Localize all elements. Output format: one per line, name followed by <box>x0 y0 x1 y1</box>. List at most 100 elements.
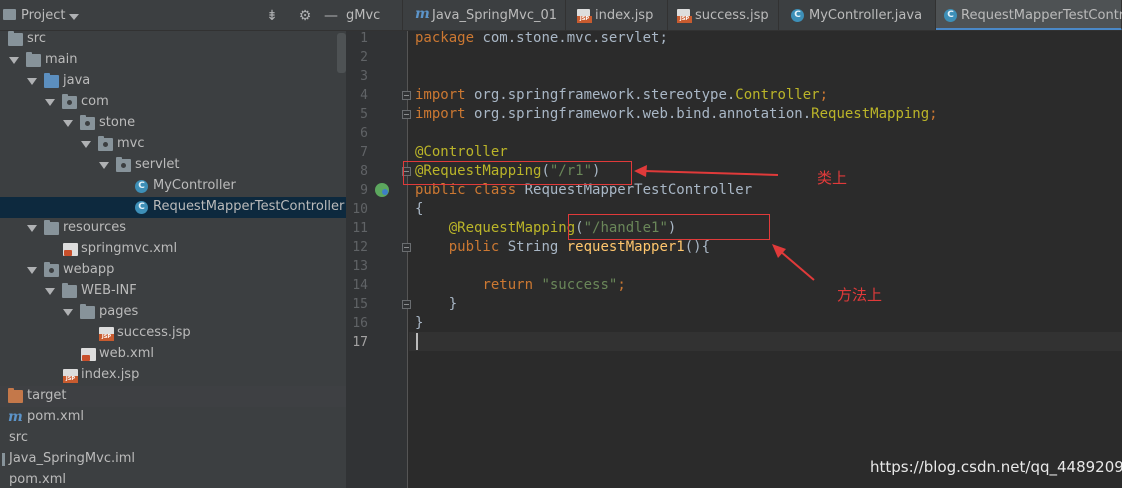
code-line[interactable]: import org.springframework.web.bind.anno… <box>415 106 938 122</box>
tab-index-jsp[interactable]: index.jsp <box>566 0 668 30</box>
tree-item-label: java <box>63 73 91 88</box>
fold-icon[interactable] <box>402 243 411 252</box>
tree-item[interactable]: m pom.xml <box>0 407 346 428</box>
line-number: 12 <box>352 240 368 255</box>
fold-icon[interactable] <box>402 91 411 100</box>
tree-item[interactable]: src <box>0 428 346 449</box>
code-line[interactable]: @Controller <box>415 144 508 160</box>
tree-item[interactable]: pom.xml <box>0 470 346 488</box>
code-line[interactable]: return "success"; <box>415 277 625 293</box>
tree-item[interactable]: main <box>0 50 346 71</box>
tree-item[interactable]: WEB-INF <box>0 281 346 302</box>
chevron-down-icon[interactable] <box>63 309 73 316</box>
maven-icon: m <box>8 409 23 425</box>
folder-icon <box>8 31 23 46</box>
tree-item[interactable]: success.jsp <box>0 323 346 344</box>
spring-bean-icon[interactable] <box>375 183 389 197</box>
keyword: return <box>482 277 534 293</box>
tree-item[interactable]: target <box>0 386 346 407</box>
tree-item-label: springmvc.xml <box>81 241 178 256</box>
java-class-icon: C <box>135 201 148 214</box>
tree-item[interactable]: Java_SpringMvc.iml <box>0 449 346 470</box>
keyword: import <box>415 87 466 103</box>
jsp-file-icon <box>677 9 692 23</box>
tab-success-jsp[interactable]: success.jsp <box>668 0 779 30</box>
module-file-icon <box>2 453 5 466</box>
jsp-file-icon <box>577 9 592 23</box>
line-number: 16 <box>352 316 368 331</box>
tree-item-label: mvc <box>117 136 145 151</box>
code-text: { <box>415 201 424 217</box>
editor-gutter[interactable]: 1 2 3 4 5 6 7 8 9 10 11 12 13 14 15 16 1… <box>346 31 408 488</box>
project-panel: Project ⇟ ⚙ — src main java com stone mv… <box>0 0 346 488</box>
annotation: @Controller <box>415 144 508 160</box>
hide-panel-icon[interactable]: — <box>322 7 340 25</box>
tree-item[interactable]: java <box>0 71 346 92</box>
tree-item-label: target <box>27 388 67 403</box>
string-literal: "success" <box>533 277 618 293</box>
tab-springmvc[interactable]: gMvc <box>346 0 403 30</box>
tree-item-label: pom.xml <box>9 472 66 487</box>
tree-item[interactable]: web.xml <box>0 344 346 365</box>
chevron-down-icon[interactable] <box>27 78 37 85</box>
tree-item[interactable]: stone <box>0 113 346 134</box>
xml-file-icon <box>63 243 78 256</box>
chevron-down-icon[interactable] <box>27 225 37 232</box>
tree-item-label: web.xml <box>99 346 154 361</box>
tab-requestmappertestcontroller[interactable]: C RequestMapperTestContro <box>936 0 1122 30</box>
tab-mycontroller-java[interactable]: C MyController.java <box>779 0 936 30</box>
code-line[interactable]: } <box>415 296 457 312</box>
code-line[interactable]: import org.springframework.stereotype.Co… <box>415 87 828 103</box>
code-editor[interactable]: gMvc m Java_SpringMvc_01 index.jsp succe… <box>346 0 1122 488</box>
source-folder-icon <box>44 73 59 88</box>
code-line[interactable]: public String requestMapper1(){ <box>415 239 710 255</box>
chevron-down-icon[interactable] <box>99 162 109 169</box>
tree-item-label: stone <box>99 115 136 130</box>
chevron-down-icon[interactable] <box>45 288 55 295</box>
keyword: import <box>415 106 466 122</box>
gear-icon[interactable]: ⚙ <box>296 7 314 25</box>
tree-item[interactable]: mvc <box>0 134 346 155</box>
chevron-down-icon[interactable] <box>45 99 55 106</box>
line-number: 2 <box>360 50 368 65</box>
excluded-folder-icon <box>8 388 23 403</box>
fold-icon[interactable] <box>402 300 411 309</box>
line-number: 5 <box>360 107 368 122</box>
chevron-down-icon[interactable] <box>63 120 73 127</box>
tree-item[interactable]: src <box>0 29 346 50</box>
method-level-callout: 方法上 <box>837 286 883 304</box>
tree-item[interactable]: springmvc.xml <box>0 239 346 260</box>
code-line[interactable]: package com.stone.mvc.servlet; <box>415 30 668 46</box>
tree-item[interactable]: com <box>0 92 346 113</box>
tree-item[interactable]: C MyController <box>0 176 346 197</box>
fold-icon[interactable] <box>402 110 411 119</box>
tab-label: MyController.java <box>809 8 923 23</box>
tree-item[interactable]: pages <box>0 302 346 323</box>
project-view-selector[interactable]: Project <box>21 8 65 23</box>
line-number: 9 <box>360 183 368 198</box>
chevron-down-icon[interactable] <box>27 267 37 274</box>
jsp-file-icon <box>99 327 114 341</box>
chevron-down-icon[interactable] <box>81 141 91 148</box>
code-line[interactable]: { <box>415 201 423 217</box>
line-number: 3 <box>360 69 368 84</box>
tab-java-springmvc-01[interactable]: m Java_SpringMvc_01 <box>403 0 566 30</box>
text-caret <box>416 333 418 350</box>
code-text: Controller <box>735 87 820 103</box>
method-annotation-highlight-box <box>568 214 770 240</box>
tree-item[interactable]: webapp <box>0 260 346 281</box>
project-panel-header: Project ⇟ ⚙ — <box>0 0 346 31</box>
tree-item-selected[interactable]: C RequestMapperTestController <box>0 197 346 218</box>
package-icon <box>62 94 77 109</box>
collapse-all-icon[interactable]: ⇟ <box>263 7 281 25</box>
tree-item-label: RequestMapperTestController <box>153 199 345 214</box>
jsp-file-icon <box>63 369 78 383</box>
maven-icon: m <box>415 6 430 22</box>
chevron-down-icon[interactable] <box>69 14 79 20</box>
tree-item[interactable]: servlet <box>0 155 346 176</box>
tree-item[interactable]: resources <box>0 218 346 239</box>
line-number: 13 <box>352 259 368 274</box>
tree-item[interactable]: index.jsp <box>0 365 346 386</box>
chevron-down-icon[interactable] <box>9 57 19 64</box>
code-line[interactable]: } <box>415 315 423 331</box>
